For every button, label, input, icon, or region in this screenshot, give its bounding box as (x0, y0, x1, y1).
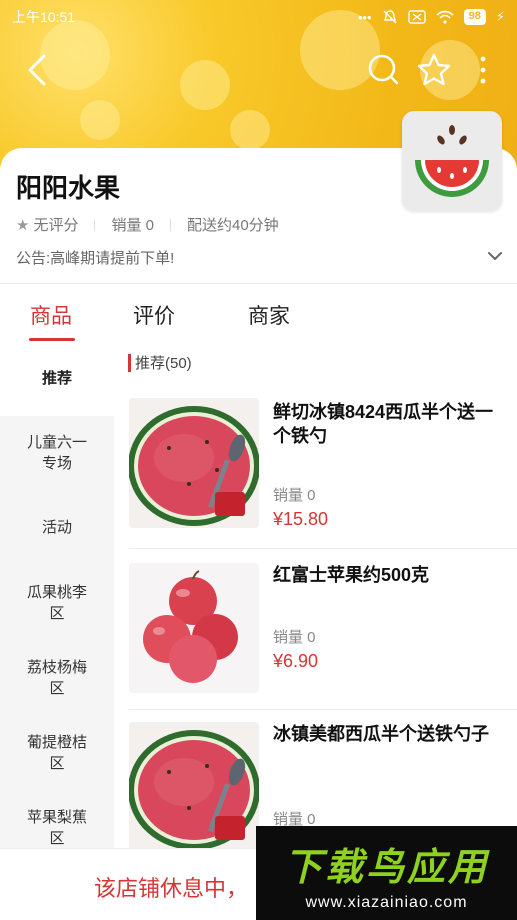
category-sidebar: 推荐 儿童六一专场 活动 瓜果桃李区 荔枝杨梅区 葡提橙桔区 苹果梨蕉区 (0, 342, 114, 862)
product-name: 鲜切冰镇8424西瓜半个送一个铁勺 (273, 402, 494, 446)
section-accent-bar (128, 353, 131, 372)
category-apples-pears-bananas[interactable]: 苹果梨蕉区 (0, 807, 114, 849)
bokeh-decoration (230, 110, 270, 150)
product-item[interactable]: 红富士苹果约500克 销量 0 ¥6.90 (114, 549, 517, 710)
chevron-down-icon[interactable] (486, 248, 504, 264)
mute-bell-icon (383, 10, 397, 24)
category-label: 苹果梨蕉区 (26, 809, 87, 847)
watermark-url: www.xiazainiao.com (305, 894, 468, 911)
battery-indicator: 98 (463, 9, 486, 25)
category-label: 活动 (41, 519, 72, 536)
signal-dots-icon: ••• (357, 9, 372, 25)
product-image (129, 563, 259, 693)
wifi-icon (436, 10, 454, 24)
bokeh-decoration (80, 100, 120, 140)
product-price: ¥6.90 (273, 651, 319, 671)
section-title: 推荐(50) (135, 355, 192, 372)
category-grapes-oranges[interactable]: 葡提橙桔区 (0, 732, 114, 774)
tab-merchant[interactable]: 商家 (248, 300, 290, 330)
watermelon-slice-image (129, 398, 259, 528)
store-rating: 无评分 (33, 217, 79, 234)
product-price: ¥15.80 (273, 509, 329, 529)
more-vertical-icon[interactable] (474, 52, 492, 88)
product-item[interactable]: 鲜切冰镇8424西瓜半个送一个铁勺 销量 0 ¥15.80 (114, 396, 517, 549)
store-stats: ★ 无评分 销量 0 配送约40分钟 (16, 214, 279, 235)
tab-products[interactable]: 商品 (30, 300, 72, 330)
watermelon-slice-image (129, 722, 259, 852)
product-name: 冰镇美都西瓜半个送铁勺子 (273, 724, 489, 744)
product-image (129, 722, 259, 852)
stat-separator (94, 218, 96, 231)
watermark-title: 下载鸟应用 (283, 847, 489, 889)
category-label: 推荐 (41, 370, 72, 387)
tab-active-indicator (29, 338, 75, 341)
store-logo (402, 111, 502, 211)
store-notice[interactable]: 公告:高峰期请提前下单! (16, 247, 174, 268)
status-icons: ••• 98 ⚡ (358, 9, 505, 25)
category-label: 儿童六一专场 (26, 434, 87, 472)
category-label: 葡提橙桔区 (26, 734, 87, 772)
category-label: 瓜果桃李区 (26, 584, 87, 622)
status-time: 上午10:51 (12, 9, 76, 25)
product-sales: 销量 0 (273, 487, 316, 504)
watermark-overlay: 下载鸟应用 www.xiazainiao.com (256, 826, 517, 920)
store-delivery-time: 配送约40分钟 (186, 217, 279, 234)
category-recommended[interactable]: 推荐 (0, 342, 114, 416)
category-melons-peaches[interactable]: 瓜果桃李区 (0, 582, 114, 624)
charging-icon: ⚡ (495, 9, 505, 24)
rating-star-icon: ★ (16, 216, 30, 234)
store-sales: 销量 0 (111, 217, 154, 234)
store-closed-text: 该店铺休息中， (94, 876, 249, 901)
back-chevron-icon[interactable] (22, 52, 54, 88)
nav-bar (0, 44, 517, 98)
category-label: 荔枝杨梅区 (26, 659, 87, 697)
product-image (129, 398, 259, 528)
watermelon-logo-icon (415, 125, 489, 197)
store-tabs: 商品 评价 商家 (0, 284, 517, 342)
search-icon[interactable] (366, 52, 400, 88)
stat-separator (169, 218, 171, 231)
category-children-day[interactable]: 儿童六一专场 (0, 432, 114, 474)
category-promotions[interactable]: 活动 (0, 517, 114, 538)
store-name: 阳阳水果 (16, 173, 121, 203)
status-bar: 上午10:51 ••• 98 ⚡ (0, 0, 517, 34)
product-name: 红富士苹果约500克 (273, 565, 430, 585)
favorite-star-icon[interactable] (416, 52, 452, 88)
apples-image (129, 563, 259, 693)
product-sales: 销量 0 (273, 629, 316, 646)
category-lychee-bayberry[interactable]: 荔枝杨梅区 (0, 657, 114, 699)
tab-reviews[interactable]: 评价 (133, 300, 175, 330)
section-header: 推荐(50) (128, 352, 192, 373)
no-sim-icon (407, 10, 426, 24)
